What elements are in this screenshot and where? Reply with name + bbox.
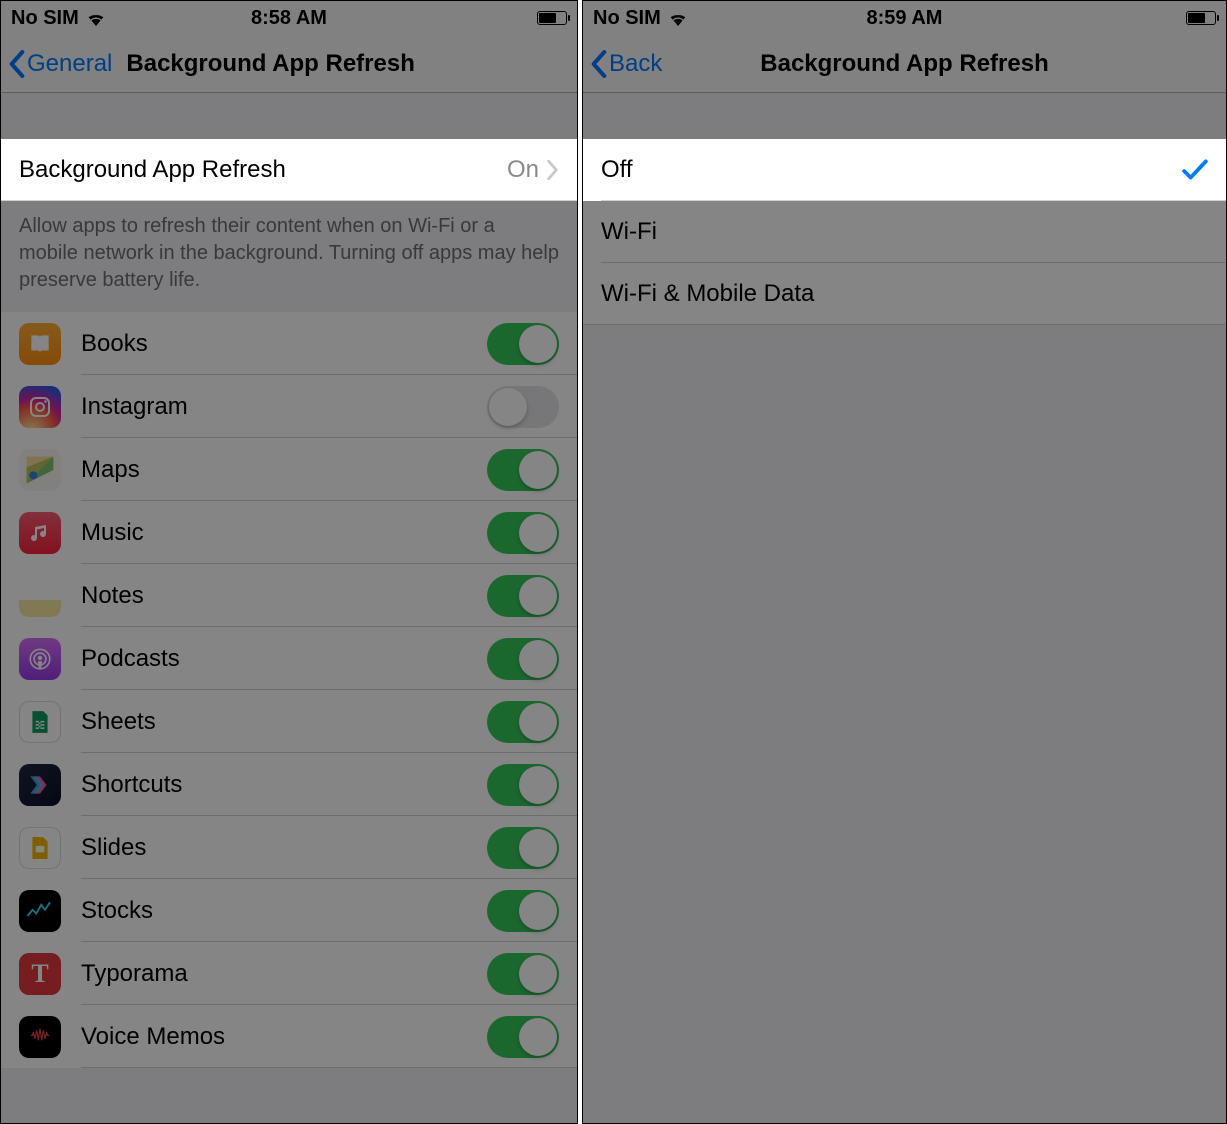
master-value: On [507, 156, 539, 184]
option-label: Wi-Fi [601, 218, 657, 246]
app-row-voicememos: Voice Memos [1, 1005, 577, 1068]
back-label: General [27, 50, 112, 78]
shortcuts-icon [19, 764, 61, 806]
stocks-icon [19, 890, 61, 932]
app-toggle-books[interactable] [487, 323, 559, 365]
background-app-refresh-master[interactable]: Background App Refresh On [1, 139, 577, 201]
back-button[interactable]: General [9, 50, 112, 78]
app-label: Typorama [81, 960, 188, 988]
nav-bar: General Background App Refresh [1, 35, 577, 93]
section-footer: Allow apps to refresh their content when… [1, 201, 577, 312]
status-bar: No SIM 8:59 AM [583, 1, 1226, 35]
section-spacer [1, 93, 577, 139]
chevron-left-icon [9, 50, 25, 78]
section-spacer [583, 93, 1226, 139]
option-wi-fi[interactable]: Wi-Fi [583, 201, 1226, 263]
carrier-label: No SIM [593, 7, 661, 30]
app-label: Shortcuts [81, 771, 182, 799]
podcasts-icon [19, 638, 61, 680]
wifi-icon [85, 10, 107, 26]
wifi-icon [667, 10, 689, 26]
app-toggle-maps[interactable] [487, 449, 559, 491]
app-label: Sheets [81, 708, 156, 736]
app-toggle-shortcuts[interactable] [487, 764, 559, 806]
checkmark-icon [1182, 159, 1208, 181]
instagram-icon [19, 386, 61, 428]
app-label: Music [81, 519, 144, 547]
app-row-maps: Maps [1, 438, 577, 501]
app-toggle-music[interactable] [487, 512, 559, 554]
battery-icon [1186, 11, 1216, 25]
app-label: Slides [81, 834, 146, 862]
app-toggle-instagram[interactable] [487, 386, 559, 428]
chevron-right-icon [547, 160, 559, 180]
app-row-typorama: T Typorama [1, 942, 577, 1005]
nav-title: Background App Refresh [760, 50, 1048, 78]
app-row-books: Books [1, 312, 577, 375]
app-toggle-stocks[interactable] [487, 890, 559, 932]
maps-icon [19, 449, 61, 491]
nav-bar: Back Background App Refresh [583, 35, 1226, 93]
app-label: Voice Memos [81, 1023, 225, 1051]
app-row-shortcuts: Shortcuts [1, 753, 577, 816]
books-icon [19, 323, 61, 365]
nav-title: Background App Refresh [126, 50, 414, 78]
music-icon [19, 512, 61, 554]
app-row-slides: Slides [1, 816, 577, 879]
app-row-notes: Notes [1, 564, 577, 627]
option-list: Off Wi-Fi Wi-Fi & Mobile Data [583, 139, 1226, 325]
notes-icon [19, 575, 61, 617]
app-label: Books [81, 330, 148, 358]
voicememos-icon [19, 1016, 61, 1058]
left-screenshot: No SIM 8:58 AM General Background App Re… [0, 0, 578, 1124]
app-row-instagram: Instagram [1, 375, 577, 438]
app-toggle-voicememos[interactable] [487, 1016, 559, 1058]
master-label: Background App Refresh [19, 156, 286, 184]
app-label: Instagram [81, 393, 188, 421]
app-toggle-sheets[interactable] [487, 701, 559, 743]
app-row-stocks: Stocks [1, 879, 577, 942]
app-toggle-typorama[interactable] [487, 953, 559, 995]
app-label: Podcasts [81, 645, 180, 673]
app-toggle-slides[interactable] [487, 827, 559, 869]
chevron-left-icon [591, 50, 607, 78]
app-label: Maps [81, 456, 140, 484]
app-row-music: Music [1, 501, 577, 564]
status-bar: No SIM 8:58 AM [1, 1, 577, 35]
right-screenshot: No SIM 8:59 AM Back Background App Refre… [582, 0, 1227, 1124]
option-label: Off [601, 156, 633, 184]
status-time: 8:58 AM [251, 7, 327, 30]
option-wi-fi-mobile-data[interactable]: Wi-Fi & Mobile Data [583, 263, 1226, 325]
typorama-icon: T [19, 953, 61, 995]
app-label: Notes [81, 582, 144, 610]
sheets-icon [19, 701, 61, 743]
app-row-podcasts: Podcasts [1, 627, 577, 690]
app-toggle-podcasts[interactable] [487, 638, 559, 680]
slides-icon [19, 827, 61, 869]
battery-icon [537, 11, 567, 25]
carrier-label: No SIM [11, 7, 79, 30]
back-label: Back [609, 50, 662, 78]
option-off[interactable]: Off [583, 139, 1226, 201]
option-label: Wi-Fi & Mobile Data [601, 280, 814, 308]
app-label: Stocks [81, 897, 153, 925]
app-toggle-notes[interactable] [487, 575, 559, 617]
status-time: 8:59 AM [867, 7, 943, 30]
back-button[interactable]: Back [591, 50, 662, 78]
app-list: Books Instagram Maps Music Notes Podcasts Shee… [1, 312, 577, 1068]
app-row-sheets: Sheets [1, 690, 577, 753]
